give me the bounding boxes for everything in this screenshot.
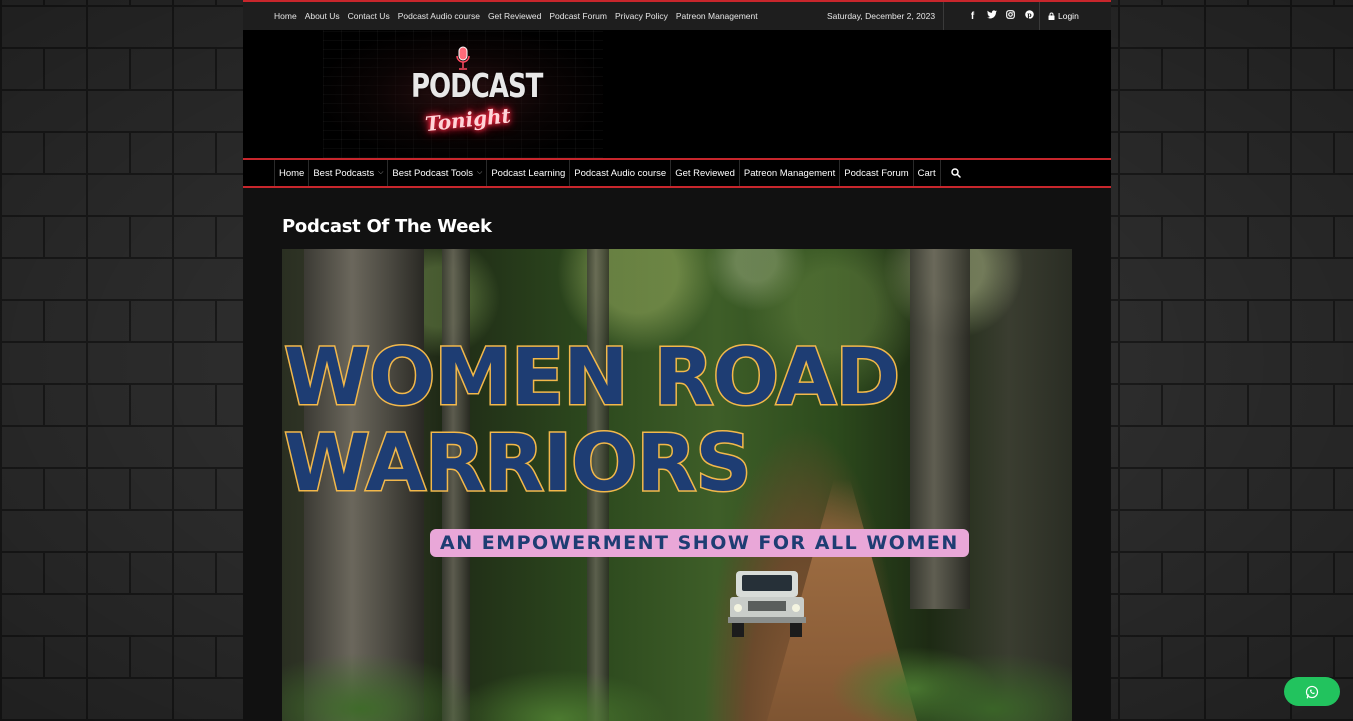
login-label: Login [1058, 11, 1079, 21]
facebook-icon[interactable]: f [968, 11, 977, 22]
chevron-down-icon: ⌵ [477, 169, 483, 176]
page-container: Home About Us Contact Us Podcast Audio c… [243, 0, 1111, 721]
instagram-icon[interactable] [1006, 10, 1015, 22]
site-logo[interactable]: PODCAST Tonight [323, 30, 603, 158]
login-link[interactable]: Login [1039, 2, 1079, 30]
logo-text-podcast: PODCAST [411, 68, 543, 106]
social-links: f p [968, 10, 1034, 22]
nav-item-cart[interactable]: Cart [914, 160, 941, 186]
top-nav-podcast-forum[interactable]: Podcast Forum [549, 11, 607, 21]
top-nav-privacy-policy[interactable]: Privacy Policy [615, 11, 668, 21]
hero-title-line-1: WOMEN ROAD [282, 333, 901, 423]
logo-text-tonight: Tonight [423, 103, 512, 137]
top-bar: Home About Us Contact Us Podcast Audio c… [243, 0, 1111, 30]
top-nav-patreon-management[interactable]: Patreon Management [676, 11, 758, 21]
top-nav: Home About Us Contact Us Podcast Audio c… [274, 11, 758, 21]
nav-item-best-podcast-tools[interactable]: Best Podcast Tools ⌵ [388, 160, 488, 186]
top-nav-contact-us[interactable]: Contact Us [348, 11, 390, 21]
search-button[interactable] [941, 160, 971, 186]
chevron-down-icon: ⌵ [378, 169, 384, 176]
pinterest-icon[interactable]: p [1025, 10, 1034, 22]
top-nav-home[interactable]: Home [274, 11, 297, 21]
current-date: Saturday, December 2, 2023 [827, 2, 945, 30]
svg-text:p: p [1027, 12, 1032, 19]
featured-podcast-image[interactable]: WOMEN ROAD WARRIORS AN EMPOWERMENT SHOW … [282, 249, 1072, 721]
whatsapp-button[interactable] [1284, 677, 1340, 706]
hero-title-line-2: WARRIORS [283, 419, 754, 509]
car-image [728, 571, 806, 637]
whatsapp-icon [1305, 685, 1319, 698]
nav-item-best-podcasts[interactable]: Best Podcasts ⌵ [309, 160, 389, 186]
twitter-icon[interactable] [987, 10, 997, 22]
lock-icon [1048, 12, 1055, 20]
nav-item-get-reviewed[interactable]: Get Reviewed [671, 160, 740, 186]
site-header: PODCAST Tonight [243, 30, 1111, 158]
nav-item-podcast-learning[interactable]: Podcast Learning [487, 160, 571, 186]
main-content: Podcast Of The Week WOMEN ROAD WARRIORS … [243, 188, 1111, 721]
main-nav: Home Best Podcasts ⌵ Best Podcast Tools ⌵ … [243, 158, 1111, 188]
search-icon [950, 168, 961, 178]
nav-item-patreon-management[interactable]: Patreon Management [740, 160, 841, 186]
nav-item-podcast-forum[interactable]: Podcast Forum [840, 160, 914, 186]
hero-tagline: AN EMPOWERMENT SHOW FOR ALL WOMEN [430, 529, 969, 557]
nav-item-podcast-audio-course[interactable]: Podcast Audio course [570, 160, 672, 186]
top-nav-get-reviewed[interactable]: Get Reviewed [488, 11, 541, 21]
section-title: Podcast Of The Week [282, 216, 492, 237]
top-nav-podcast-audio-course[interactable]: Podcast Audio course [398, 11, 480, 21]
nav-item-home[interactable]: Home [274, 160, 310, 186]
top-nav-about-us[interactable]: About Us [305, 11, 340, 21]
